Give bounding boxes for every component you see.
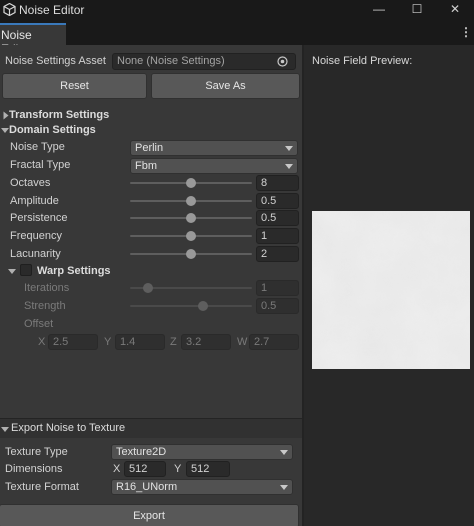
- kebab-menu-icon[interactable]: ⋮: [460, 25, 472, 39]
- dimensions-label: Dimensions: [5, 463, 63, 475]
- preview-panel: Noise Field Preview:: [304, 45, 474, 526]
- noise-preview-image: [312, 211, 470, 369]
- asset-object-field[interactable]: None (Noise Settings): [112, 53, 296, 70]
- slider-thumb[interactable]: [186, 249, 196, 259]
- maximize-button[interactable]: ☐: [398, 0, 436, 20]
- fractal-type-label: Fractal Type: [10, 159, 71, 171]
- amplitude-field[interactable]: 0.5: [256, 193, 299, 209]
- offset-y-field[interactable]: 1.4: [115, 334, 165, 350]
- warp-settings-header[interactable]: Warp Settings: [37, 265, 111, 277]
- octaves-label: Octaves: [10, 177, 51, 189]
- strength-field[interactable]: 0.5: [256, 298, 299, 314]
- chevron-down-icon: [285, 146, 293, 151]
- export-header-label: Export Noise to Texture: [11, 422, 126, 434]
- fractal-type-value: Fbm: [135, 160, 157, 172]
- slider-thumb[interactable]: [186, 231, 196, 241]
- dimensions-x-label: X: [113, 463, 121, 475]
- settings-panel: Noise Settings Asset None (Noise Setting…: [0, 45, 302, 526]
- fractal-type-dropdown[interactable]: Fbm: [130, 158, 298, 174]
- asset-label: Noise Settings Asset: [5, 55, 106, 67]
- foldout-arrow-icon[interactable]: [8, 269, 16, 274]
- offset-z-label: Z: [170, 336, 177, 348]
- amplitude-label: Amplitude: [10, 195, 59, 207]
- slider-thumb[interactable]: [186, 178, 196, 188]
- amplitude-slider[interactable]: [130, 194, 252, 208]
- lacunarity-field[interactable]: 2: [256, 246, 299, 262]
- offset-w-field[interactable]: 2.7: [249, 334, 299, 350]
- lacunarity-label: Lacunarity: [10, 248, 61, 260]
- maximize-icon: ☐: [411, 2, 423, 16]
- domain-settings-header[interactable]: Domain Settings: [9, 124, 96, 136]
- texture-type-label: Texture Type: [5, 446, 68, 458]
- strength-slider[interactable]: [130, 299, 252, 313]
- foldout-arrow-icon[interactable]: [1, 128, 9, 133]
- slider-thumb[interactable]: [143, 283, 154, 293]
- tab-bar: Noise Editor ⋮: [0, 20, 474, 56]
- close-button[interactable]: ✕: [436, 0, 474, 20]
- persistence-label: Persistence: [10, 212, 68, 224]
- dimensions-y-label: Y: [174, 463, 182, 475]
- export-button[interactable]: Export: [0, 504, 299, 526]
- preview-label: Noise Field Preview:: [312, 55, 413, 67]
- dimensions-x-field[interactable]: 512: [124, 461, 166, 477]
- foldout-arrow-icon[interactable]: [3, 111, 9, 120]
- reset-button[interactable]: Reset: [2, 73, 147, 99]
- asset-value: None (Noise Settings): [117, 55, 225, 67]
- offset-x-field[interactable]: 2.5: [48, 334, 98, 350]
- transform-settings-header[interactable]: Transform Settings: [9, 109, 109, 121]
- slider-thumb[interactable]: [186, 213, 196, 223]
- close-icon: ✕: [449, 2, 461, 16]
- octaves-field[interactable]: 8: [256, 175, 299, 191]
- frequency-field[interactable]: 1: [256, 228, 299, 244]
- frequency-label: Frequency: [10, 230, 62, 242]
- slider-thumb[interactable]: [198, 301, 209, 311]
- iterations-label: Iterations: [24, 282, 70, 294]
- tab-noise-editor[interactable]: Noise Editor: [0, 23, 66, 56]
- texture-format-label: Texture Format: [5, 481, 79, 493]
- noise-type-value: Perlin: [135, 142, 164, 154]
- offset-y-label: Y: [104, 336, 112, 348]
- lacunarity-slider[interactable]: [130, 247, 252, 261]
- window-title: Noise Editor: [19, 3, 85, 17]
- minimize-button[interactable]: —: [360, 0, 398, 20]
- minimize-icon: —: [373, 2, 385, 16]
- export-section-header[interactable]: Export Noise to Texture: [0, 418, 302, 438]
- chevron-down-icon: [280, 450, 288, 455]
- iterations-field[interactable]: 1: [256, 280, 299, 296]
- chevron-down-icon: [280, 485, 288, 490]
- title-bar: Noise Editor — ☐ ✕: [0, 0, 474, 20]
- offset-label: Offset: [24, 318, 54, 330]
- offset-x-label: X: [38, 336, 46, 348]
- persistence-slider[interactable]: [130, 211, 252, 225]
- noise-type-dropdown[interactable]: Perlin: [130, 140, 298, 156]
- texture-format-value: R16_UNorm: [116, 481, 178, 493]
- frequency-slider[interactable]: [130, 229, 252, 243]
- object-picker-icon[interactable]: [277, 56, 288, 67]
- dimensions-y-field[interactable]: 512: [186, 461, 230, 477]
- texture-type-dropdown[interactable]: Texture2D: [111, 444, 293, 460]
- texture-format-dropdown[interactable]: R16_UNorm: [111, 479, 293, 495]
- warp-enabled-checkbox[interactable]: [20, 264, 32, 276]
- noise-type-label: Noise Type: [10, 141, 65, 153]
- iterations-slider[interactable]: [130, 281, 252, 295]
- chevron-down-icon: [285, 164, 293, 169]
- texture-type-value: Texture2D: [116, 446, 167, 458]
- slider-thumb[interactable]: [186, 196, 196, 206]
- offset-z-field[interactable]: 3.2: [181, 334, 231, 350]
- persistence-field[interactable]: 0.5: [256, 210, 299, 226]
- unity-logo-icon: [3, 3, 16, 16]
- octaves-slider[interactable]: [130, 176, 252, 190]
- save-as-button[interactable]: Save As: [151, 73, 300, 99]
- offset-w-label: W: [237, 336, 248, 348]
- foldout-arrow-icon[interactable]: [1, 427, 9, 432]
- strength-label: Strength: [24, 300, 66, 312]
